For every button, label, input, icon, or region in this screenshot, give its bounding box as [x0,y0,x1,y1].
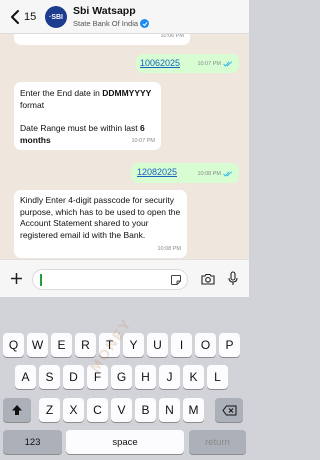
key-d[interactable]: D [63,365,84,389]
chat-area[interactable]: months 10:06 PM 10062025 10:07 PM Enter … [0,34,249,259]
text-cursor [40,274,42,286]
backspace-key[interactable] [215,398,243,422]
key-o[interactable]: O [195,333,216,357]
message-text: months [21,34,52,38]
shift-arrow-icon [12,405,22,415]
message-meta: 10:08 PM [197,169,233,181]
read-receipt-icon [223,171,233,177]
message-text[interactable]: 10062025 [140,58,180,70]
key-m[interactable]: M [183,398,204,422]
key-j[interactable]: J [159,365,180,389]
message-bubble-outgoing: 12082025 10:08 PM [131,163,239,183]
message-text[interactable]: 12082025 [137,167,177,179]
key-a[interactable]: A [15,365,36,389]
contact-subtitle: State Bank Of India [73,19,139,28]
key-l[interactable]: L [207,365,228,389]
sticker-icon[interactable] [170,274,182,286]
chat-header: 15 ·SBI Sbi Watsapp State Bank Of India [0,0,249,34]
key-y[interactable]: Y [123,333,144,357]
key-s[interactable]: S [39,365,60,389]
contact-subtitle-row: State Bank Of India [73,19,150,28]
message-meta: 10:07 PM [197,59,233,71]
message-input[interactable] [32,269,188,290]
key-z[interactable]: Z [39,398,60,422]
back-arrow-icon[interactable] [8,9,22,25]
key-w[interactable]: W [27,333,48,357]
unread-count[interactable]: 15 [24,11,36,23]
message-paragraph: Enter the End date in DDMMYYYY format [20,88,152,110]
message-time: 10:06 PM [160,34,184,39]
message-input-bar [0,259,249,297]
message-bubble-incoming: months 10:06 PM [14,34,190,45]
message-text: Kindly Enter 4-digit passcode for securi… [20,195,181,240]
camera-icon[interactable] [201,273,215,285]
key-k[interactable]: K [183,365,204,389]
key-i[interactable]: I [171,333,192,357]
key-g[interactable]: G [111,365,132,389]
key-r[interactable]: R [75,333,96,357]
message-bubble-outgoing: 10062025 10:07 PM [136,54,239,73]
key-c[interactable]: C [87,398,108,422]
microphone-icon[interactable] [228,271,238,286]
message-time: 10:07 PM [197,60,221,67]
key-q[interactable]: Q [3,333,24,357]
key-v[interactable]: V [111,398,132,422]
key-n[interactable]: N [159,398,180,422]
read-receipt-icon [223,61,233,67]
on-screen-keyboard: Q W E R T Y U I O P A S D F G H J K L Z … [0,297,249,460]
date-format-emphasis: DDMMYYYY [102,88,152,98]
key-f[interactable]: F [87,365,108,389]
key-t[interactable]: T [99,333,120,357]
verified-badge-icon [140,19,150,28]
contact-name[interactable]: Sbi Watsapp [73,5,136,17]
shift-key[interactable] [3,398,31,422]
message-time: 10:08 PM [157,245,181,252]
key-x[interactable]: X [63,398,84,422]
plus-icon[interactable] [10,272,23,285]
message-bubble-incoming: Kindly Enter 4-digit passcode for securi… [14,190,187,258]
key-b[interactable]: B [135,398,156,422]
numbers-key[interactable]: 123 [3,430,62,454]
key-h[interactable]: H [135,365,156,389]
avatar[interactable]: ·SBI [45,6,67,28]
space-key[interactable]: space [66,430,184,454]
return-key[interactable]: return [189,430,246,454]
key-p[interactable]: P [219,333,240,357]
message-bubble-incoming: Enter the End date in DDMMYYYY format Da… [14,82,161,150]
message-time: 10:07 PM [131,137,155,144]
backspace-icon [221,405,236,415]
message-time: 10:08 PM [197,170,221,177]
key-e[interactable]: E [51,333,72,357]
key-u[interactable]: U [147,333,168,357]
